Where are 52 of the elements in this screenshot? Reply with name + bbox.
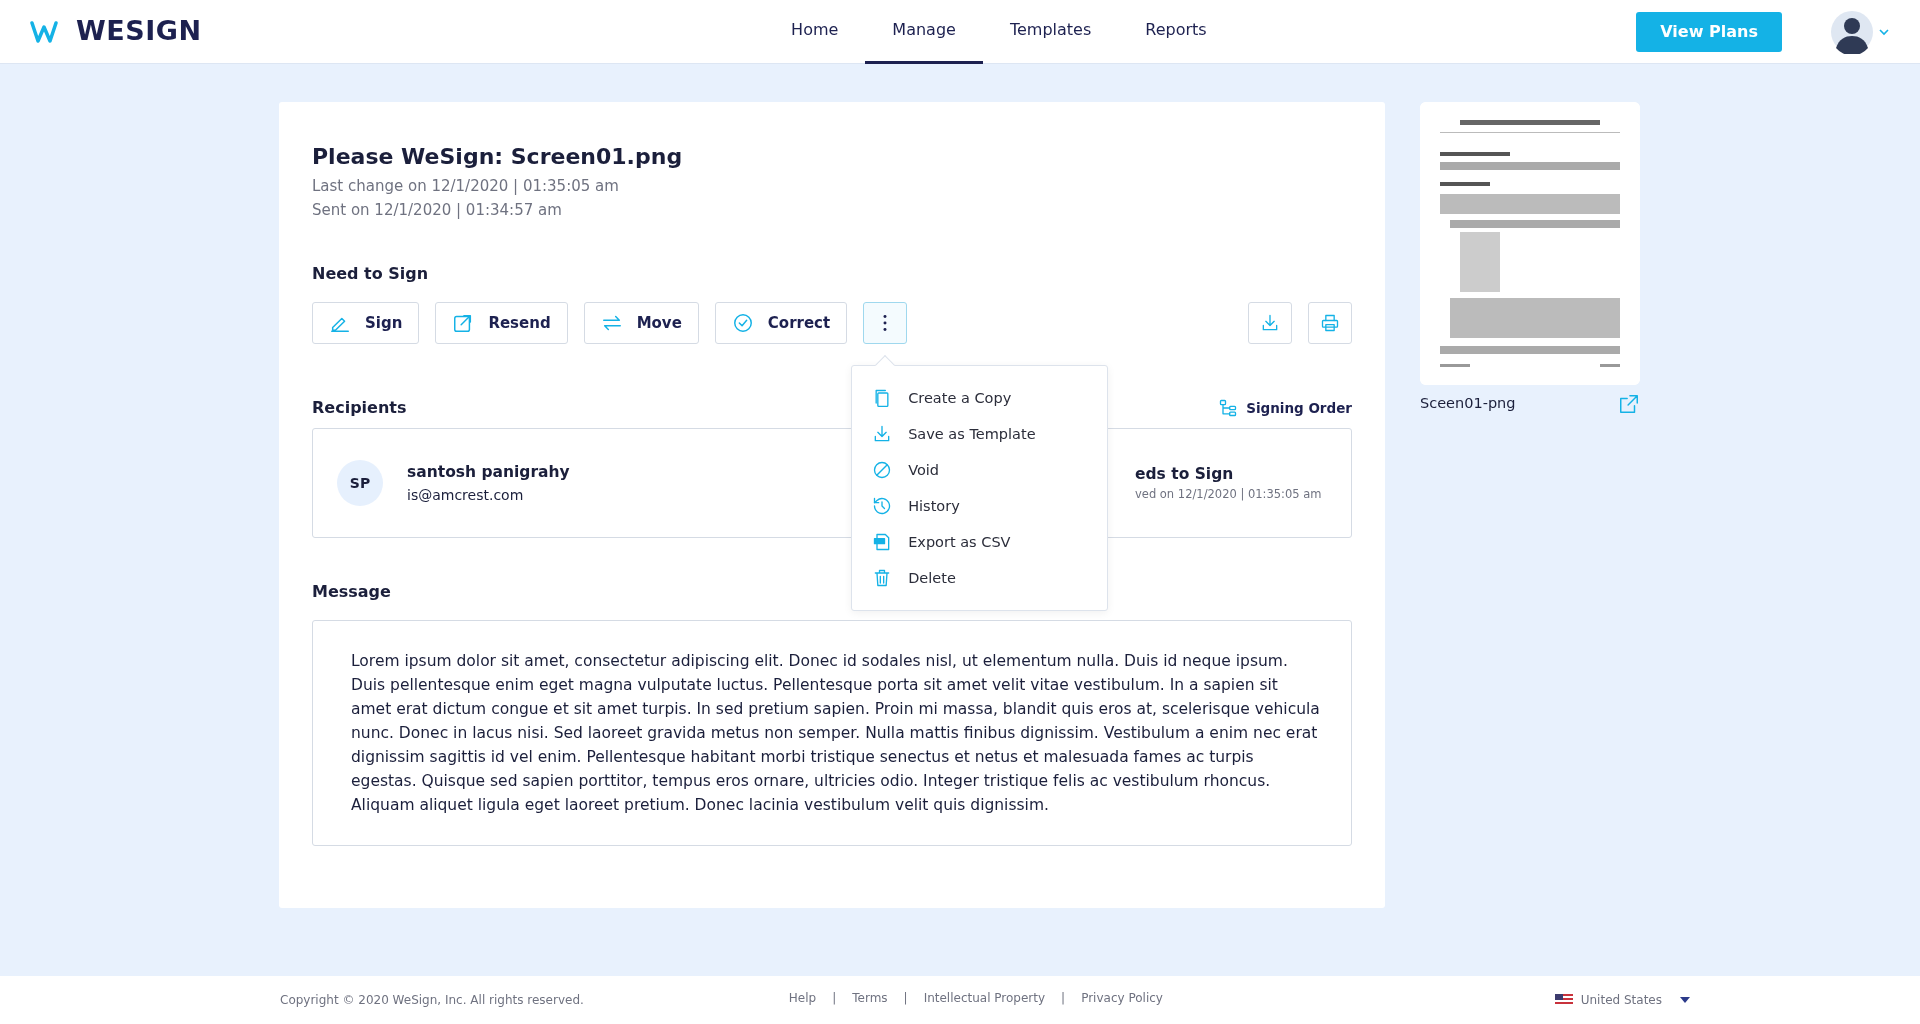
nav-tab[interactable]: Home [764, 0, 866, 64]
menu-item[interactable]: Save as Template [852, 416, 1108, 453]
signing-order-link[interactable]: Signing Order [1218, 398, 1352, 419]
recipient-name: santosh panigrahy [407, 462, 570, 484]
separator-text: | [832, 990, 837, 1007]
action-button[interactable]: Resend [435, 302, 568, 345]
menu-item[interactable]: Delete [852, 560, 1108, 597]
ban-icon [872, 460, 893, 481]
logo-text: WESIGN [76, 14, 202, 49]
status-heading: Need to Sign [312, 263, 429, 286]
hierarchy-icon [1218, 398, 1239, 419]
menu-item[interactable]: History [852, 488, 1108, 525]
sent-text: Sent on 12/1/2020 | 01:34:57 am [312, 200, 563, 222]
action-button[interactable]: Move [583, 302, 699, 345]
avatar-icon[interactable] [1830, 9, 1890, 54]
nav-tab[interactable]: Templates [982, 0, 1119, 64]
initials-avatar: SP [337, 460, 383, 507]
menu-item[interactable]: Export as CSV [852, 524, 1108, 561]
copyright-text: Copyright © 2020 WeSign, Inc. All rights reserved. [280, 992, 584, 1009]
separator-text: | [1061, 990, 1066, 1007]
region-text: United States [1580, 992, 1662, 1009]
external-link-icon[interactable] [1618, 393, 1640, 415]
check-circle-icon [731, 312, 754, 335]
message-heading: Message [312, 581, 391, 604]
footer-link[interactable]: Privacy Policy [1081, 989, 1163, 1007]
footer-link[interactable]: Intellectual Property [923, 989, 1046, 1007]
download-button[interactable] [1248, 302, 1292, 345]
nav-tab[interactable]: Reports [1118, 0, 1234, 64]
message-text: Lorem ipsum dolor sit amet, consectetur adipiscing elit. Donec id sodales nisl, ut elementum nulla. Duis id neque ipsum. Duis pellentesque enim eget magna vulputate luctus. Pellentesque porta sit amet velit vitae vestibulum. In a sapien sit amet erat dictum congue et sit amet turpis. In sed pretium sapien. Proin mi massa, blandit quis eros at, scelerisque vehicula nunc. Donec in lacus nisi. Sed laoreet gravida metus non semper. Nulla mattis finibus dignissim. Vestibulum a enim nec erat dignissim sagittis id vel enim. Pellentesque habitant morbi tristique senectus et netus et malesuada fames ac turpis egestas. Quisque sed sapien porttitor, tempus eros ornare, ultricies odio. Integer tristique felis ac vestibulum rhoncus. Aliquam aliquet ligula eget laoreet pretium. Donec lacinia vestibulum velit quis dignissim. [312, 620, 1352, 847]
nav-tab[interactable]: Manage [865, 0, 983, 64]
history-icon [872, 496, 893, 517]
recipient-email: is@amcrest.com [407, 485, 525, 505]
status-detail: ved on 12/1/2020 | 01:35:05 am [1135, 486, 1323, 504]
footer-link[interactable]: Help [788, 989, 817, 1007]
file-name: Sceen01-png [1420, 394, 1516, 414]
document-title: Please WeSign: Screen01.png [312, 144, 684, 171]
region-selector[interactable]: United States [1554, 991, 1690, 1009]
flag-icon [1554, 994, 1573, 1006]
menu-item[interactable]: Create a Copy [852, 380, 1108, 417]
action-button[interactable]: Correct [714, 302, 848, 345]
last-change-text: Last change on 12/1/2020 | 01:35:05 am [312, 176, 620, 198]
separator-text: | [903, 990, 908, 1007]
menu-item[interactable]: Void [852, 452, 1108, 489]
print-button[interactable] [1308, 302, 1352, 345]
recipients-heading: Recipients [312, 397, 407, 420]
action-button[interactable]: Sign [312, 302, 420, 345]
caret-icon [1680, 997, 1690, 1003]
recipient-status: eds to Sign [1135, 464, 1235, 486]
more-button[interactable] [863, 302, 908, 345]
print-icon [1320, 313, 1340, 334]
footer-link[interactable]: Terms [852, 989, 888, 1007]
more-icon [883, 315, 888, 332]
